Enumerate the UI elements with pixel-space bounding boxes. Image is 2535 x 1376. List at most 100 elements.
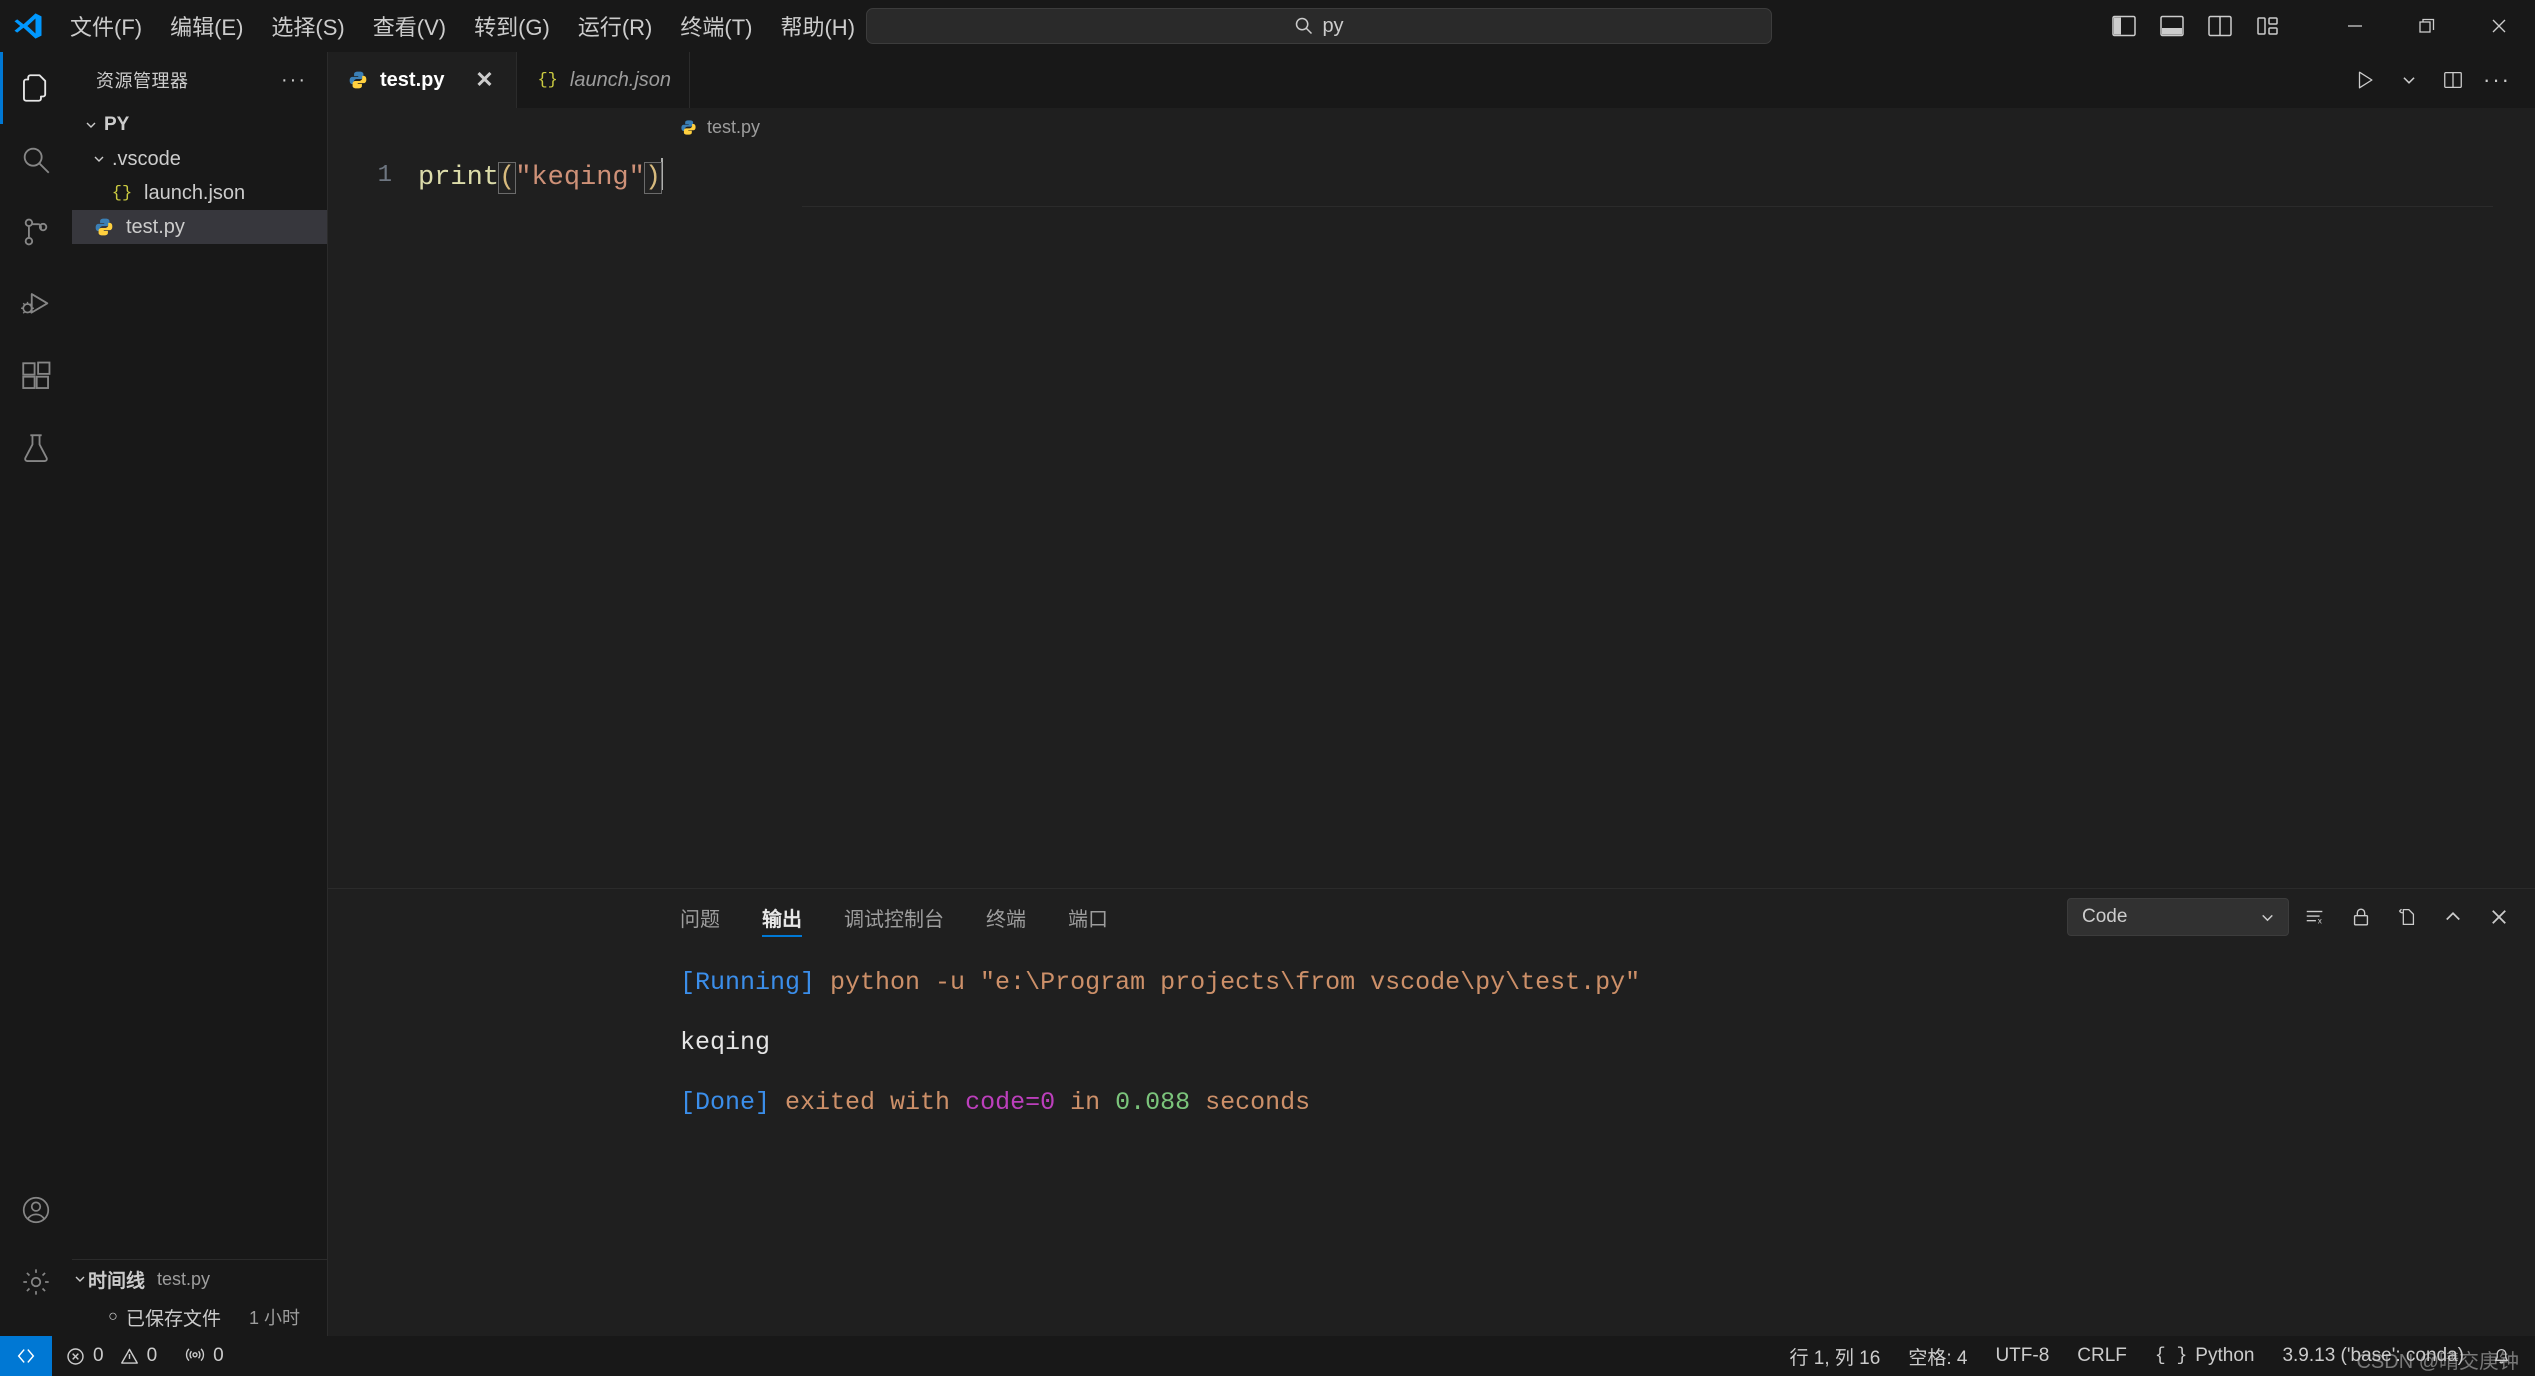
bell-icon xyxy=(2492,1347,2511,1366)
menu-selection[interactable]: 选择(S) xyxy=(257,0,358,52)
output-done-exited: exited with xyxy=(785,1088,966,1117)
chevron-down-icon xyxy=(72,1271,88,1287)
activity-settings[interactable] xyxy=(0,1246,72,1318)
status-cursor-position[interactable]: 行 1, 列 16 xyxy=(1775,1336,1894,1376)
status-eol[interactable]: CRLF xyxy=(2063,1336,2141,1376)
customize-layout-icon[interactable] xyxy=(2247,7,2289,45)
editor-tabs-bar: test.py ✕ {} launch.json ··· xyxy=(328,52,2535,108)
menu-help[interactable]: 帮助(H) xyxy=(766,0,869,52)
status-bar-left: 0 0 0 xyxy=(52,1336,238,1376)
radio-tower-icon xyxy=(185,1346,205,1366)
output-channel-value: Code xyxy=(2082,906,2128,927)
run-options-dropdown[interactable] xyxy=(2389,60,2429,100)
minimize-button[interactable] xyxy=(2319,0,2391,52)
output-result-text: keqing xyxy=(680,1028,771,1057)
output-content[interactable]: [Running] python -u "e:\Program projects… xyxy=(328,945,2535,1336)
output-done-seconds-value: 0.088 xyxy=(1115,1088,1191,1117)
python-brace-icon: { } xyxy=(2154,1346,2188,1366)
status-indentation[interactable]: 空格: 4 xyxy=(1894,1336,1981,1376)
explorer-more-actions-icon[interactable]: ··· xyxy=(281,69,307,92)
menu-run[interactable]: 运行(R) xyxy=(564,0,667,52)
editor-line-separator xyxy=(802,206,2493,207)
status-notifications[interactable] xyxy=(2478,1336,2525,1376)
tab-test-py[interactable]: test.py ✕ xyxy=(328,52,518,108)
status-problems[interactable]: 0 0 xyxy=(52,1336,171,1376)
maximize-panel-button[interactable] xyxy=(2433,897,2473,937)
python-icon xyxy=(90,217,118,237)
tab-close-icon[interactable]: ✕ xyxy=(470,66,498,94)
status-python-interpreter[interactable]: 3.9.13 ('base': conda) xyxy=(2268,1336,2478,1376)
status-remote-window[interactable] xyxy=(0,1336,52,1376)
restore-button[interactable] xyxy=(2391,0,2463,52)
tab-launch-json-label: launch.json xyxy=(569,68,672,91)
status-language-label: Python xyxy=(2195,1345,2255,1366)
file-test-py[interactable]: test.py xyxy=(72,210,327,244)
output-channel-select[interactable]: Code xyxy=(2067,898,2289,936)
chevron-down-icon xyxy=(78,117,104,133)
activity-explorer[interactable] xyxy=(0,52,72,124)
chevron-down-icon xyxy=(86,151,112,167)
panel-tab-output[interactable]: 输出 xyxy=(762,889,802,945)
command-center[interactable]: py xyxy=(866,8,1772,44)
circle-outline-icon: ○ xyxy=(108,1308,118,1325)
turn-auto-scrolling-off-button[interactable] xyxy=(2341,897,2381,937)
toggle-secondary-sidebar-icon[interactable] xyxy=(2199,7,2241,45)
svg-text:x: x xyxy=(2318,916,2323,925)
more-editor-actions-button[interactable]: ··· xyxy=(2477,60,2517,100)
tab-launch-json[interactable]: {} launch.json xyxy=(517,52,691,108)
sidebar-title: 资源管理器 xyxy=(96,71,189,91)
toggle-panel-icon[interactable] xyxy=(2151,7,2193,45)
folder-vscode-label: .vscode xyxy=(112,147,181,170)
output-done-in: in xyxy=(1055,1088,1116,1117)
open-output-in-editor-button[interactable] xyxy=(2387,897,2427,937)
activity-source-control[interactable] xyxy=(0,196,72,268)
file-launch-json-label: launch.json xyxy=(144,181,246,204)
status-bar-right: 行 1, 列 16 空格: 4 UTF-8 CRLF { } Python 3.… xyxy=(1775,1336,2535,1376)
panel-tab-terminal[interactable]: 终端 xyxy=(986,889,1026,945)
panel-tab-problems[interactable]: 问题 xyxy=(680,889,720,945)
output-line-running: [Running] python -u "e:\Program projects… xyxy=(680,953,2535,1013)
json-icon: {} xyxy=(537,70,558,90)
warning-icon xyxy=(120,1347,139,1366)
toggle-primary-sidebar-icon[interactable] xyxy=(2103,7,2145,45)
folder-py[interactable]: PY xyxy=(72,108,327,142)
activity-run-debug[interactable] xyxy=(0,268,72,340)
workbench-body: 资源管理器 ··· PY .vscode {} launch.json test… xyxy=(0,52,2535,1336)
code-editor[interactable]: 1 print("keqing") xyxy=(328,146,2535,888)
clear-output-button[interactable]: x xyxy=(2295,897,2335,937)
code-token-string: "keqing" xyxy=(515,163,645,193)
close-button[interactable] xyxy=(2463,0,2535,52)
editor-tab-actions: ··· xyxy=(2345,52,2535,108)
split-editor-right-button[interactable] xyxy=(2433,60,2473,100)
code-line-1: 1 print("keqing") xyxy=(328,146,2535,196)
timeline-entry-file-saved[interactable]: ○ 已保存文件 1 小时 xyxy=(72,1298,327,1336)
sidebar-header: 资源管理器 ··· xyxy=(72,52,327,108)
folder-vscode[interactable]: .vscode xyxy=(72,142,327,176)
panel-tab-debug-console[interactable]: 调试控制台 xyxy=(844,889,944,945)
menu-view[interactable]: 查看(V) xyxy=(359,0,460,52)
activity-accounts[interactable] xyxy=(0,1174,72,1246)
file-launch-json[interactable]: {} launch.json xyxy=(72,176,327,210)
panel-tab-ports[interactable]: 端口 xyxy=(1068,889,1108,945)
layout-controls xyxy=(2103,7,2319,45)
timeline-header[interactable]: 时间线 test.py xyxy=(72,1260,327,1298)
menu-bar: 文件(F) 编辑(E) 选择(S) 查看(V) 转到(G) 运行(R) 终端(T… xyxy=(56,0,869,52)
vscode-logo-icon xyxy=(0,11,56,41)
activity-extensions[interactable] xyxy=(0,340,72,412)
status-language-mode[interactable]: { } Python xyxy=(2141,1336,2269,1376)
status-radio-tower[interactable]: 0 xyxy=(171,1336,238,1376)
status-encoding[interactable]: UTF-8 xyxy=(1981,1336,2063,1376)
activity-search[interactable] xyxy=(0,124,72,196)
menu-file[interactable]: 文件(F) xyxy=(56,0,156,52)
menu-terminal[interactable]: 终端(T) xyxy=(666,0,766,52)
run-python-file-button[interactable] xyxy=(2345,60,2385,100)
activity-bar xyxy=(0,52,72,1336)
chevron-down-icon xyxy=(2259,909,2276,926)
activity-testing[interactable] xyxy=(0,412,72,484)
menu-go[interactable]: 转到(G) xyxy=(460,0,564,52)
error-icon xyxy=(66,1347,85,1366)
output-running-command: python -u "e:\Program projects\from vsco… xyxy=(830,968,1641,997)
breadcrumb-label[interactable]: test.py xyxy=(707,117,760,138)
menu-edit[interactable]: 编辑(E) xyxy=(156,0,257,52)
close-panel-button[interactable] xyxy=(2479,897,2519,937)
